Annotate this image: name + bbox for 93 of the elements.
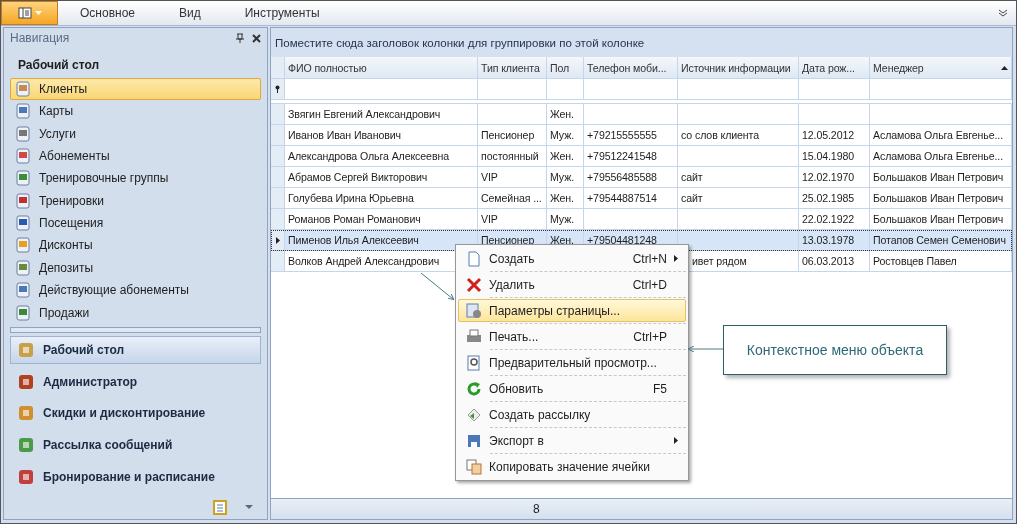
nav-group[interactable]: Бронирование и расписание [10,463,261,491]
nav-item[interactable]: Абонементы [10,145,261,167]
sort-ascending-icon [1001,65,1008,70]
nav-item-icon [15,125,31,142]
settings-icon [466,302,482,319]
caret-icon [34,11,42,15]
row-indicator [271,167,285,188]
nav-item-icon [15,215,31,232]
panel-icon [17,7,32,19]
close-icon[interactable] [252,33,261,43]
document-icon [466,250,482,267]
callout-box: Контекстное меню объекта [723,325,947,375]
nav-item-icon [15,192,31,209]
grid-row[interactable]: Александрова Ольга Алексеевна постоянный Жен. +79512241548 15.04.1980 Асламова Ольга Евгенье... [271,146,1012,167]
nav-item[interactable]: Дисконты [10,234,261,257]
submenu-arrow-icon [674,255,678,262]
nav-item[interactable]: Тренировочные группы [10,167,261,190]
filter-row-icon [275,85,280,93]
row-indicator [271,209,285,230]
printer-icon [466,328,482,345]
group-icon [17,404,35,423]
nav-item-icon [15,148,31,165]
nav-item[interactable]: Действующие абонементы [10,279,261,301]
application-button[interactable] [1,1,58,25]
clipboard-icon[interactable] [213,499,227,515]
menu-item[interactable]: Удалить Ctrl+D [458,273,686,296]
filter-cell[interactable] [799,79,870,100]
group-icon [17,436,35,455]
collapse-ribbon-icon[interactable] [998,9,1008,17]
nav-item-icon [15,304,31,321]
nav-item[interactable]: Услуги [10,123,261,145]
row-indicator [271,125,285,146]
preview-icon [466,354,482,371]
leader-line [687,345,724,353]
current-row-icon [275,236,280,244]
copy-icon [466,458,482,475]
nav-item[interactable]: Тренировки [10,190,261,212]
group-icon [17,340,35,359]
menu-item[interactable]: Создать рассылку [458,403,686,426]
group-by-panel: Поместите сюда заголовок колонки для группировки по этой колонке [271,28,1012,57]
filter-cell[interactable] [870,79,1012,100]
menu-item[interactable]: Предварительный просмотр... [458,351,686,374]
nav-item[interactable]: Посещения [10,212,261,234]
delete-icon [466,276,482,293]
pin-icon[interactable] [236,33,244,44]
grid-row[interactable]: Абрамов Сергей Викторович VIP Муж. +79556485588 сайт 12.02.1970 Большаков Иван Петрович [271,167,1012,188]
nav-item-icon [15,103,31,120]
filter-cell[interactable] [478,79,547,100]
ribbon-tab[interactable]: Основное [58,1,157,25]
nav-group[interactable]: Скидки и дисконтирование [10,399,261,428]
group-title: Рабочий стол [17,57,101,75]
filter-cell[interactable] [285,79,478,100]
nav-group[interactable]: Рабочий стол [10,335,261,364]
grid-row[interactable]: Голубева Ирина Юрьевна Семейная ... Жен. +79544887514 сайт 25.02.1985 Большаков Иван Петрович [271,188,1012,209]
nav-item-icon [15,282,31,299]
menu-item[interactable]: Параметры страницы... [458,299,686,322]
nav-item-icon [15,80,31,97]
grid-row[interactable]: Иванов Иван Иванович Пенсионер Муж. +79215555555 со слов клиента 12.05.2012 Асламова Ольга Евгенье... [271,125,1012,146]
row-indicator [271,188,285,209]
menu-item[interactable]: Копировать значение ячейки [458,455,686,478]
nav-item-icon [15,259,31,276]
submenu-arrow-icon [674,437,678,444]
filter-cell[interactable] [584,79,678,100]
ribbon-tab[interactable]: Вид [157,1,223,25]
filter-cell[interactable] [547,79,584,100]
grid-row[interactable]: Романов Роман Романович VIP Муж. 22.02.1922 Большаков Иван Петрович [271,209,1012,230]
nav-item[interactable]: Клиенты [10,78,261,100]
nav-item[interactable]: Продажи [10,301,261,324]
group-icon [17,468,35,487]
menu-item[interactable]: Печать... Ctrl+P [458,325,686,348]
dropdown-caret-icon[interactable] [245,505,253,509]
leader-line [420,272,455,301]
floppy-icon [466,432,482,449]
table-cell: 06.03.2013 [799,251,870,272]
nav-item[interactable]: Карты [10,100,261,122]
nav-group[interactable]: Рассылка сообщений [10,431,261,460]
ribbon-tab[interactable]: Инструменты [222,1,342,25]
row-indicator [271,146,285,167]
row-count: 8 [533,502,540,516]
pane-title: Навигация [10,31,71,46]
menu-item[interactable]: Экспорт в [458,429,686,452]
grid-row[interactable]: Звягин Евгений Александрович Жен. [271,104,1012,125]
filter-cell[interactable] [678,79,799,100]
nav-group[interactable]: Администратор [10,367,261,396]
row-indicator [271,251,285,272]
group-icon [17,372,35,391]
table-cell: Ростовцев Павел [870,251,1012,272]
nav-item[interactable]: Депозиты [10,257,261,279]
nav-item-icon [15,237,31,254]
menu-item[interactable]: Обновить F5 [458,377,686,400]
refresh-icon [466,380,482,397]
envelope-icon [466,406,482,423]
nav-item-icon [15,170,31,187]
